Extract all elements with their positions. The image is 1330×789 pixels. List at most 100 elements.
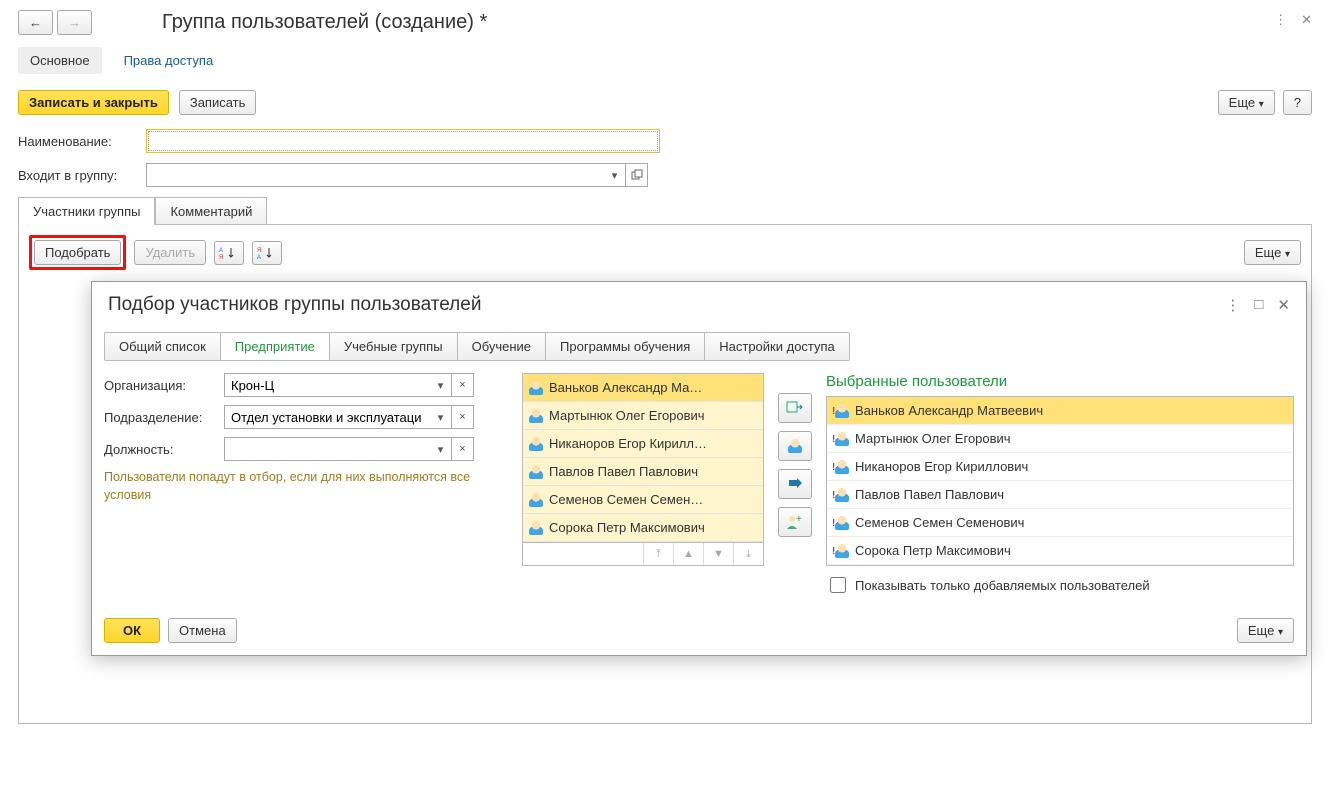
org-field[interactable] [224, 373, 430, 397]
close-icon[interactable]: ✕ [1301, 12, 1312, 28]
tab-main[interactable]: Основное [18, 47, 102, 74]
show-only-added-checkbox[interactable] [830, 577, 846, 593]
sort-desc-icon: ЯА [257, 246, 273, 260]
toolbar-more-button[interactable]: Еще ▾ [1244, 240, 1301, 265]
svg-text:А: А [219, 248, 223, 254]
dialog-pick-users: Подбор участников группы пользователей ⋮… [91, 281, 1307, 656]
parent-group-open[interactable] [626, 163, 648, 187]
user-plus-icon: + [786, 514, 804, 530]
name-field[interactable] [146, 129, 660, 153]
source-user-list[interactable]: Ваньков Александр Ма… Мартынюк Олег Егор… [522, 373, 764, 543]
save-button[interactable]: Записать [179, 90, 257, 115]
user-icon [529, 465, 543, 479]
list-item[interactable]: Никаноров Егор Кирилл… [523, 430, 763, 458]
dialog-title: Подбор участников группы пользователей [108, 294, 481, 316]
move-right-button[interactable] [778, 469, 812, 499]
pos-clear[interactable]: × [452, 437, 474, 461]
add-user-button[interactable] [778, 431, 812, 461]
forward-button[interactable]: → [57, 10, 92, 35]
user-alert-icon [835, 404, 849, 418]
dialog-tab-access[interactable]: Настройки доступа [705, 333, 849, 360]
arrow-right-icon [787, 477, 803, 491]
user-alert-icon [835, 432, 849, 446]
user-icon [529, 409, 543, 423]
sort-asc-button[interactable]: АЯ [214, 241, 244, 265]
user-alert-icon [835, 516, 849, 530]
add-group-icon [786, 400, 804, 416]
help-button[interactable]: ? [1283, 90, 1312, 115]
dept-clear[interactable]: × [452, 405, 474, 429]
page-title: Группа пользователей (создание) * [162, 11, 487, 34]
dialog-cancel-button[interactable]: Отмена [168, 618, 237, 643]
dialog-tab-all[interactable]: Общий список [105, 333, 221, 360]
more-button[interactable]: Еще ▾ [1218, 90, 1275, 115]
kebab-icon[interactable]: ⋮ [1274, 12, 1287, 28]
dialog-tab-study-groups[interactable]: Учебные группы [330, 333, 458, 360]
user-alert-icon [835, 544, 849, 558]
sort-asc-icon: АЯ [219, 246, 235, 260]
list-item[interactable]: Семенов Семен Семенович [827, 509, 1293, 537]
parent-group-dropdown[interactable]: ▾ [604, 163, 626, 187]
pick-button[interactable]: Подобрать [34, 240, 121, 265]
show-only-added-label: Показывать только добавляемых пользовате… [855, 578, 1150, 593]
list-item[interactable]: Никаноров Егор Кириллович [827, 453, 1293, 481]
open-icon [631, 169, 643, 181]
dept-dropdown[interactable]: ▾ [430, 405, 452, 429]
svg-text:Я: Я [219, 255, 223, 260]
dialog-tab-learning[interactable]: Обучение [458, 333, 546, 360]
user-icon [529, 493, 543, 507]
selected-user-list[interactable]: Ваньков Александр Матвеевич Мартынюк Оле… [826, 396, 1294, 566]
list-nav-up[interactable]: ▲ [673, 543, 703, 565]
dialog-tab-programs[interactable]: Программы обучения [546, 333, 705, 360]
list-nav-down[interactable]: ▼ [703, 543, 733, 565]
list-item[interactable]: Сорока Петр Максимович [523, 514, 763, 542]
org-clear[interactable]: × [452, 373, 474, 397]
tab-members[interactable]: Участники группы [18, 197, 155, 225]
list-item[interactable]: Павлов Павел Павлович [523, 458, 763, 486]
svg-text:+: + [796, 514, 802, 525]
list-item[interactable]: Сорока Петр Максимович [827, 537, 1293, 565]
back-button[interactable]: ← [18, 10, 53, 35]
list-item[interactable]: Ваньков Александр Матвеевич [827, 397, 1293, 425]
dialog-close-icon[interactable]: ✕ [1277, 296, 1290, 314]
pos-field[interactable] [224, 437, 430, 461]
add-group-button[interactable] [778, 393, 812, 423]
user-alert-icon [835, 460, 849, 474]
dialog-tabs: Общий список Предприятие Учебные группы … [104, 332, 850, 361]
list-item[interactable]: Семенов Семен Семен… [523, 486, 763, 514]
list-nav-strip: ⤒ ▲ ▼ ⤓ [522, 543, 764, 566]
tab-comment[interactable]: Комментарий [155, 197, 267, 225]
dept-field[interactable] [224, 405, 430, 429]
list-item[interactable]: Павлов Павел Павлович [827, 481, 1293, 509]
dialog-kebab-icon[interactable]: ⋮ [1225, 296, 1240, 314]
pos-label: Должность: [104, 442, 220, 457]
dialog-tab-enterprise[interactable]: Предприятие [221, 333, 330, 360]
sort-desc-button[interactable]: ЯА [252, 241, 282, 265]
org-label: Организация: [104, 378, 220, 393]
dept-label: Подразделение: [104, 410, 220, 425]
filter-hint: Пользователи попадут в отбор, если для н… [104, 469, 508, 504]
list-item[interactable]: Мартынюк Олег Егорович [523, 402, 763, 430]
parent-group-field[interactable] [146, 163, 604, 187]
tab-access-rights[interactable]: Права доступа [124, 53, 214, 68]
chevron-down-icon: ▾ [1278, 627, 1283, 638]
parent-group-label: Входит в группу: [18, 168, 138, 183]
list-nav-first[interactable]: ⤒ [643, 543, 673, 565]
list-item[interactable]: Мартынюк Олег Егорович [827, 425, 1293, 453]
dialog-more-button[interactable]: Еще ▾ [1237, 618, 1294, 643]
dialog-maximize-icon[interactable]: □ [1254, 296, 1263, 314]
user-icon [529, 521, 543, 535]
user-icon [788, 439, 802, 453]
tutorial-highlight: Подобрать [29, 235, 126, 270]
org-dropdown[interactable]: ▾ [430, 373, 452, 397]
save-and-close-button[interactable]: Записать и закрыть [18, 90, 169, 115]
add-new-user-button[interactable]: + [778, 507, 812, 537]
svg-text:А: А [257, 255, 261, 260]
delete-button[interactable]: Удалить [134, 240, 206, 265]
name-label: Наименование: [18, 134, 138, 149]
dialog-ok-button[interactable]: ОК [104, 618, 160, 643]
selected-title: Выбранные пользователи [826, 373, 1294, 390]
list-item[interactable]: Ваньков Александр Ма… [523, 374, 763, 402]
pos-dropdown[interactable]: ▾ [430, 437, 452, 461]
list-nav-last[interactable]: ⤓ [733, 543, 763, 565]
